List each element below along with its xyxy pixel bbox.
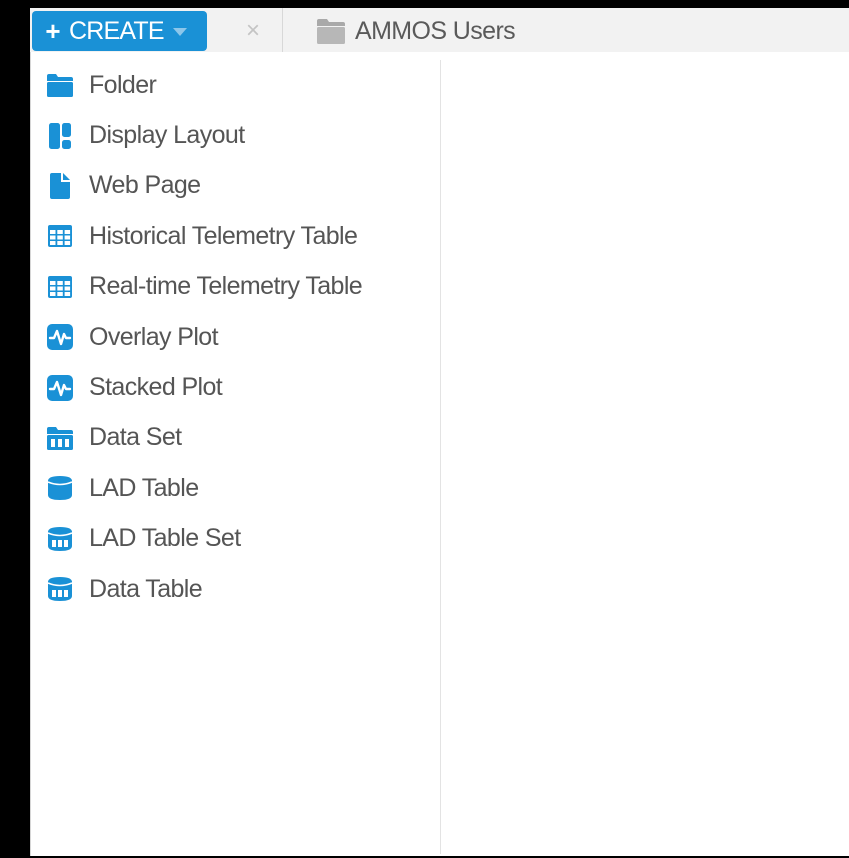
toolbar: + CREATE × AMMOS Users: [30, 8, 849, 53]
menu-item-label: Real-time Telemetry Table: [89, 272, 363, 301]
folder-icon: [317, 19, 345, 44]
folder-icon: [45, 70, 75, 100]
menu-item-display-layout[interactable]: Display Layout: [31, 110, 440, 160]
menu-item-real-time-telemetry-table[interactable]: Real-time Telemetry Table: [31, 262, 440, 312]
breadcrumb-label: AMMOS Users: [355, 16, 516, 45]
database-set-icon: [45, 574, 75, 604]
menu-item-overlay-plot[interactable]: Overlay Plot: [31, 312, 440, 362]
menu-item-lad-table[interactable]: LAD Table: [31, 463, 440, 513]
page-icon: [45, 171, 75, 201]
menu-item-label: Data Table: [89, 574, 203, 603]
menu-item-lad-table-set[interactable]: LAD Table Set: [31, 514, 440, 564]
table-icon: [45, 272, 75, 302]
menu-item-web-page[interactable]: Web Page: [31, 161, 440, 211]
create-menu-panel: Folder Display Layout Web Page Historica…: [30, 52, 849, 856]
menu-item-label: Display Layout: [89, 121, 245, 150]
database-icon: [45, 473, 75, 503]
create-menu-list: Folder Display Layout Web Page Historica…: [31, 60, 440, 614]
layout-icon: [45, 121, 75, 151]
create-button-label: CREATE: [69, 16, 165, 45]
menu-item-data-set[interactable]: Data Set: [31, 413, 440, 463]
dataset-icon: [45, 423, 75, 453]
plot-icon: [45, 373, 75, 403]
caret-down-icon: [172, 28, 187, 36]
menu-item-label: LAD Table: [89, 473, 199, 502]
menu-item-label: Overlay Plot: [89, 322, 219, 351]
menu-item-stacked-plot[interactable]: Stacked Plot: [31, 362, 440, 412]
table-icon: [45, 221, 75, 251]
menu-item-data-table[interactable]: Data Table: [31, 564, 440, 614]
app-window: + CREATE × AMMOS Users Folder Display La…: [0, 0, 849, 858]
database-set-icon: [45, 524, 75, 554]
plot-icon: [45, 322, 75, 352]
menu-item-label: Folder: [89, 70, 157, 99]
toolbar-divider: [282, 8, 283, 52]
create-button[interactable]: + CREATE: [32, 11, 207, 51]
menu-item-label: Web Page: [89, 171, 201, 200]
menu-item-historical-telemetry-table[interactable]: Historical Telemetry Table: [31, 211, 440, 261]
breadcrumb[interactable]: AMMOS Users: [316, 12, 516, 50]
menu-item-label: Historical Telemetry Table: [89, 221, 358, 250]
menu-item-folder[interactable]: Folder: [31, 60, 440, 110]
menu-item-label: LAD Table Set: [89, 524, 241, 553]
menu-item-label: Stacked Plot: [89, 373, 223, 402]
plus-icon: +: [45, 16, 61, 46]
menu-item-label: Data Set: [89, 423, 182, 452]
close-icon[interactable]: ×: [242, 18, 264, 44]
panel-divider: [440, 60, 441, 854]
